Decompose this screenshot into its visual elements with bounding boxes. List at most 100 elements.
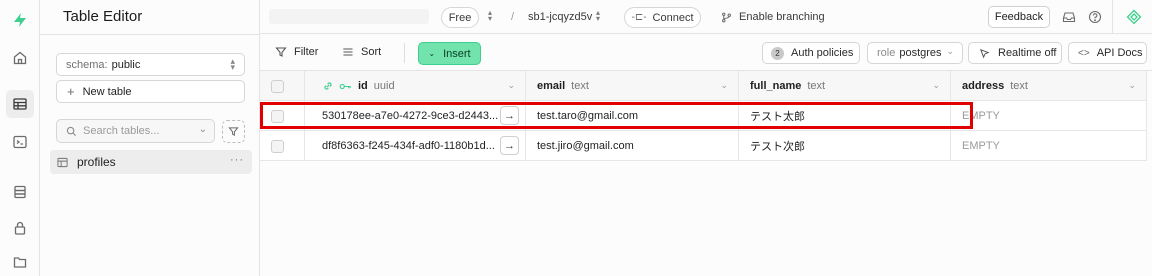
- chevron-down-icon[interactable]: ⌄: [720, 80, 728, 91]
- panel-title: Table Editor: [63, 8, 143, 25]
- column-type: text: [571, 80, 589, 92]
- column-header-full-name[interactable]: full_name text ⌄: [739, 71, 951, 101]
- new-table-button[interactable]: + New table: [56, 80, 245, 103]
- row-checkbox[interactable]: [271, 109, 284, 123]
- sort-label: Sort: [361, 46, 382, 58]
- realtime-button[interactable]: Realtime off: [968, 42, 1062, 64]
- column-name: full_name: [750, 80, 802, 92]
- search-icon: [66, 126, 77, 136]
- column-header-id[interactable]: id uuid ⌄: [305, 71, 526, 101]
- key-icon: [339, 80, 352, 93]
- row-select-cell: [260, 131, 305, 161]
- schema-select-value: public: [111, 58, 141, 71]
- column-name: address: [962, 80, 1005, 92]
- code-icon: <>: [1078, 47, 1090, 59]
- plug-icon: -⊏-: [631, 12, 647, 23]
- cell-value: df8f6363-f245-434f-adf0-1180b1d...: [322, 140, 495, 152]
- column-header-address[interactable]: address text ⌄: [951, 71, 1147, 101]
- role-select[interactable]: role postgres ⌄: [867, 42, 963, 64]
- filter-icon: [228, 127, 239, 136]
- project-name[interactable]: sb1-jcqyzd5v: [528, 11, 592, 23]
- cell-email[interactable]: test.taro@gmail.com: [526, 101, 739, 131]
- select-all-checkbox[interactable]: [271, 79, 284, 93]
- storage-icon[interactable]: [6, 248, 34, 276]
- chevron-down-icon: ⌄: [946, 46, 954, 56]
- cell-email[interactable]: test.jiro@gmail.com: [526, 131, 739, 161]
- cell-value: test.jiro@gmail.com: [537, 140, 634, 152]
- divider: [404, 43, 405, 63]
- lock-icon[interactable]: [6, 214, 34, 242]
- chevron-down-icon[interactable]: ⌄: [507, 80, 515, 91]
- table-editor-icon[interactable]: [6, 90, 34, 118]
- cell-value: test.taro@gmail.com: [537, 110, 639, 122]
- column-type: text: [807, 80, 826, 92]
- more-options-icon[interactable]: ···: [230, 154, 244, 166]
- cell-id[interactable]: df8f6363-f245-434f-adf0-1180b1d... →: [305, 131, 526, 161]
- supabase-logo-icon[interactable]: [6, 6, 34, 34]
- realtime-label: Realtime off: [998, 47, 1057, 59]
- chevron-up-down-icon[interactable]: ▴ ▾: [596, 9, 600, 23]
- breadcrumb-separator: /: [511, 11, 515, 23]
- table-row[interactable]: df8f6363-f245-434f-adf0-1180b1d... → tes…: [260, 131, 1147, 161]
- chevron-up-down-icon[interactable]: ▴ ▾: [488, 9, 492, 23]
- inbox-icon[interactable]: [1062, 10, 1076, 24]
- insert-label: Insert: [443, 47, 471, 60]
- table-list-item-profiles[interactable]: profiles ···: [50, 150, 252, 174]
- grid-header-row: id uuid ⌄ email text ⌄ full_name text ⌄ …: [260, 71, 1147, 101]
- search-tables-input[interactable]: Search tables... ⌄: [56, 119, 215, 143]
- schema-select[interactable]: schema: public ▴ ▾: [56, 53, 245, 76]
- filter-button[interactable]: Filter: [275, 46, 318, 58]
- cell-full-name[interactable]: テスト次郎: [739, 131, 951, 161]
- select-all-cell: [260, 71, 305, 101]
- cell-full-name[interactable]: テスト太郎: [739, 101, 951, 131]
- sql-editor-icon[interactable]: [6, 128, 34, 156]
- connect-button[interactable]: -⊏- Connect: [624, 7, 701, 28]
- column-type: text: [1010, 80, 1028, 92]
- cell-value: テスト次郎: [750, 141, 805, 153]
- sort-button[interactable]: Sort: [342, 46, 381, 58]
- table-row[interactable]: 530178ee-a7e0-4272-9ce3-d2443... → test.…: [260, 101, 1147, 131]
- feedback-button[interactable]: Feedback: [988, 6, 1050, 28]
- top-bar: Free ▴ ▾ / sb1-jcqyzd5v ▴ ▾ -⊏- Connect En…: [260, 0, 1152, 34]
- cell-value: EMPTY: [962, 140, 1000, 152]
- new-table-label: New table: [82, 85, 132, 98]
- grid-toolbar: Filter Sort ⌄ Insert 2 Auth policies rol…: [260, 35, 1152, 71]
- schema-select-label: schema:: [66, 58, 108, 71]
- filter-tables-button[interactable]: [222, 120, 245, 143]
- icon-rail: [0, 0, 40, 276]
- cell-value: EMPTY: [962, 110, 1000, 122]
- cursor-icon: [979, 48, 990, 59]
- cell-id[interactable]: 530178ee-a7e0-4272-9ce3-d2443... →: [305, 101, 526, 131]
- plus-icon: +: [67, 84, 75, 99]
- arrow-right-icon[interactable]: →: [500, 136, 519, 155]
- link-icon: [322, 80, 334, 92]
- help-icon[interactable]: [1088, 10, 1102, 24]
- filter-label: Filter: [294, 46, 319, 58]
- auth-policies-button[interactable]: 2 Auth policies: [762, 42, 860, 64]
- enable-branching-button[interactable]: Enable branching: [721, 11, 825, 23]
- assistant-icon[interactable]: [1126, 9, 1142, 25]
- chevron-down-icon[interactable]: ⌄: [199, 124, 207, 135]
- chevron-down-icon: ⌄: [428, 49, 436, 58]
- divider: [1112, 0, 1113, 34]
- cell-address[interactable]: EMPTY: [951, 101, 1147, 131]
- role-value: postgres: [899, 47, 942, 59]
- api-docs-button[interactable]: <> API Docs: [1068, 42, 1147, 64]
- plan-badge[interactable]: Free: [441, 7, 479, 28]
- chevron-down-icon[interactable]: ⌄: [1128, 80, 1136, 91]
- row-checkbox[interactable]: [271, 139, 284, 153]
- insert-button[interactable]: ⌄ Insert: [418, 42, 481, 65]
- database-icon[interactable]: [6, 178, 34, 206]
- branch-icon: [722, 12, 731, 22]
- home-icon[interactable]: [6, 44, 34, 72]
- cell-value: 530178ee-a7e0-4272-9ce3-d2443...: [322, 110, 499, 122]
- cell-address[interactable]: EMPTY: [951, 131, 1147, 161]
- column-header-email[interactable]: email text ⌄: [526, 71, 739, 101]
- filter-icon: [275, 47, 287, 57]
- auth-policies-label: Auth policies: [791, 47, 854, 59]
- chevron-down-icon[interactable]: ⌄: [932, 80, 940, 91]
- column-name: id: [358, 80, 368, 92]
- enable-branching-label: Enable branching: [739, 11, 825, 23]
- arrow-right-icon[interactable]: →: [500, 106, 519, 125]
- organization-selector[interactable]: [269, 9, 429, 24]
